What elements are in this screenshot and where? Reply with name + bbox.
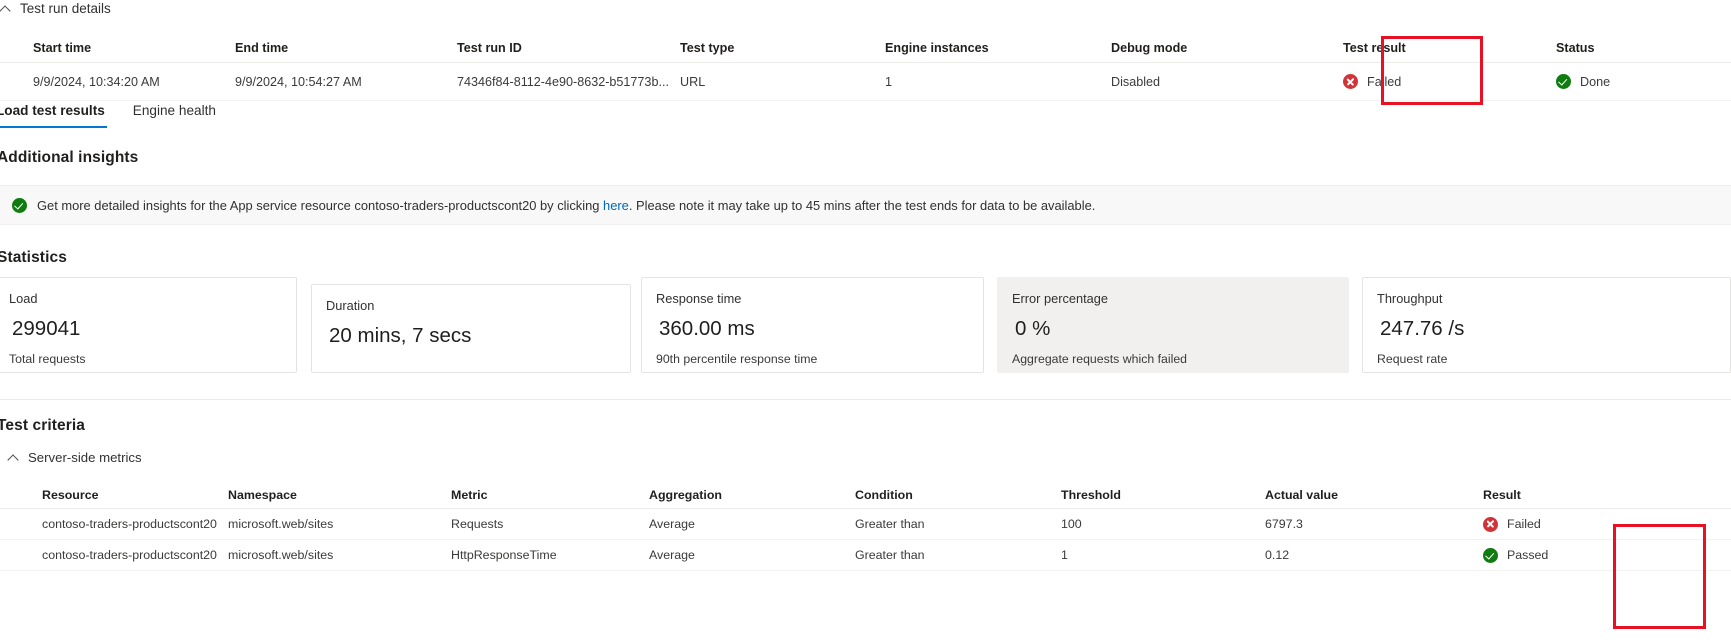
cell-threshold: 1 [1061, 548, 1068, 562]
cell-aggregation: Average [649, 548, 695, 562]
result-text: Failed [1507, 517, 1541, 531]
stat-card-label: Error percentage [1012, 291, 1109, 306]
insight-text-before: Get more detailed insights for the App s… [37, 197, 604, 213]
stat-card-error-percentage[interactable]: Error percentage 0 % Aggregate requests … [997, 277, 1349, 373]
table-row[interactable]: contoso-traders-productscont20 microsoft… [0, 509, 1731, 540]
cell-debug-mode: Disabled [1111, 74, 1161, 89]
stat-card-label: Response time [656, 291, 742, 306]
column-header-status: Status [1556, 40, 1595, 55]
column-header-end-time: End time [235, 40, 289, 55]
cell-status: Done [1556, 74, 1731, 89]
cell-test-run-id: 74346f84-8112-4e90-8632-b51773b... [457, 74, 669, 89]
cell-resource: contoso-traders-productscont20 [42, 548, 217, 562]
cell-end-time: 9/9/2024, 10:54:27 AM [235, 74, 362, 89]
column-header-test-result: Test result [1343, 40, 1406, 55]
column-header-resource: Resource [42, 487, 99, 502]
result-text: Passed [1507, 548, 1549, 562]
stat-card-value: 20 mins, 7 secs [329, 324, 472, 348]
server-side-metrics-header[interactable]: Server-side metrics [8, 450, 142, 465]
test-run-details-table: Start time End time Test run ID Test typ… [0, 33, 1731, 101]
stat-card-load[interactable]: Load 299041 Total requests [0, 277, 297, 373]
cell-actual-value: 6797.3 [1265, 517, 1303, 531]
column-header-debug-mode: Debug mode [1111, 40, 1188, 55]
column-header-namespace: Namespace [228, 487, 297, 502]
column-header-threshold: Threshold [1061, 487, 1121, 502]
error-circle-icon [1343, 74, 1358, 89]
test-result-text: Failed [1367, 74, 1402, 89]
cell-result: Failed [1469, 516, 1649, 532]
stat-card-label: Duration [326, 298, 375, 313]
column-header-test-type: Test type [680, 40, 735, 55]
results-tablist: Load test results Engine health [0, 103, 218, 128]
table-row[interactable]: 9/9/2024, 10:34:20 AM 9/9/2024, 10:54:27… [0, 63, 1731, 101]
cell-metric: Requests [451, 517, 504, 531]
cell-namespace: microsoft.web/sites [228, 517, 334, 531]
load-test-run-page: Test run details Start time End time Tes… [0, 0, 1731, 640]
cell-threshold: 100 [1061, 517, 1082, 531]
stat-card-caption: 90th percentile response time [656, 351, 818, 366]
stat-card-caption: Total requests [9, 351, 86, 366]
stat-card-caption: Aggregate requests which failed [1012, 351, 1187, 366]
cell-result: Passed [1469, 547, 1649, 563]
cell-start-time: 9/9/2024, 10:34:20 AM [33, 74, 160, 89]
stat-card-caption: Request rate [1377, 351, 1448, 366]
cell-namespace: microsoft.web/sites [228, 548, 334, 562]
insights-here-link[interactable]: here [603, 198, 629, 213]
insight-message: Get more detailed insights for the App s… [37, 198, 1095, 213]
cell-engine-instances: 1 [885, 74, 893, 89]
cell-test-result: Failed [1343, 74, 1556, 89]
additional-insights-title: Additional insights [0, 149, 139, 166]
server-side-metrics-label: Server-side metrics [28, 450, 142, 465]
column-header-engine-instances: Engine instances [885, 40, 989, 55]
cell-test-type: URL [680, 74, 706, 89]
tab-engine-health[interactable]: Engine health [131, 103, 218, 126]
cell-resource: contoso-traders-productscont20 [42, 517, 217, 531]
test-criteria-title: Test criteria [0, 417, 86, 434]
stat-card-label: Throughput [1377, 291, 1443, 306]
cell-aggregation: Average [649, 517, 695, 531]
test-run-details-header[interactable]: Test run details [0, 1, 111, 16]
column-header-start-time: Start time [33, 40, 92, 55]
stat-card-throughput[interactable]: Throughput 247.76 /s Request rate [1362, 277, 1731, 373]
cell-metric: HttpResponseTime [451, 548, 557, 562]
stat-card-response-time[interactable]: Response time 360.00 ms 90th percentile … [641, 277, 984, 373]
additional-insights-banner: Get more detailed insights for the App s… [0, 185, 1731, 225]
stat-card-value: 247.76 /s [1380, 317, 1465, 341]
success-circle-icon [1556, 74, 1571, 89]
status-text: Done [1580, 74, 1611, 89]
column-header-condition: Condition [855, 487, 913, 502]
statistics-title: Statistics [0, 249, 67, 266]
cell-condition: Greater than [855, 517, 925, 531]
column-header-aggregation: Aggregation [649, 487, 722, 502]
stat-card-label: Load [9, 291, 38, 306]
tab-load-test-results[interactable]: Load test results [0, 103, 107, 128]
stat-card-value: 0 % [1015, 317, 1051, 341]
section-divider [0, 399, 1731, 400]
column-header-actual-value: Actual value [1265, 487, 1338, 502]
insight-text-after: . Please note it may take up to 45 mins … [628, 197, 1096, 213]
table-header-row: Resource Namespace Metric Aggregation Co… [0, 481, 1731, 509]
chevron-up-icon[interactable] [8, 452, 19, 463]
stat-card-duration[interactable]: Duration 20 mins, 7 secs [311, 284, 631, 373]
cell-condition: Greater than [855, 548, 925, 562]
stat-card-value: 360.00 ms [659, 317, 755, 341]
table-header-row: Start time End time Test run ID Test typ… [0, 33, 1731, 63]
success-circle-icon [12, 197, 27, 213]
column-header-result: Result [1483, 487, 1521, 502]
test-run-details-label: Test run details [20, 1, 111, 16]
stat-card-value: 299041 [12, 317, 81, 341]
table-row[interactable]: contoso-traders-productscont20 microsoft… [0, 540, 1731, 571]
column-header-test-run-id: Test run ID [457, 40, 522, 55]
chevron-up-icon[interactable] [0, 3, 11, 14]
cell-actual-value: 0.12 [1265, 548, 1290, 562]
error-circle-icon [1483, 516, 1498, 532]
column-header-metric: Metric [451, 487, 488, 502]
test-criteria-table: Resource Namespace Metric Aggregation Co… [0, 481, 1731, 571]
success-circle-icon [1483, 547, 1498, 563]
